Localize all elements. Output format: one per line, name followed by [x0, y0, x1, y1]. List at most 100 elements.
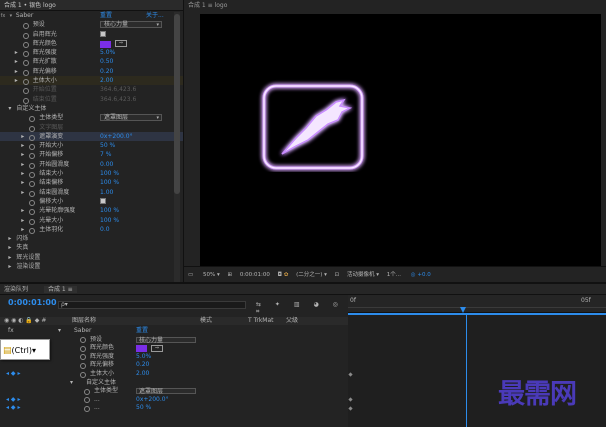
eyedropper-icon[interactable]: ⇒: [151, 345, 163, 353]
chevron-right-icon[interactable]: ▸: [15, 67, 18, 76]
effect-property-row[interactable]: ▸ 开始偏移 7 %: [0, 150, 183, 160]
col-trkmat[interactable]: T TrkMat: [248, 317, 274, 325]
stopwatch-icon[interactable]: [29, 180, 38, 188]
chevron-right-icon[interactable]: ▾: [8, 104, 11, 113]
effect-property-row[interactable]: ▸ 光晕轮廓强度 100 %: [0, 206, 183, 216]
stopwatch-icon[interactable]: [22, 50, 32, 58]
resolution-select[interactable]: (二分之一): [296, 272, 322, 278]
reset-link[interactable]: 重置: [100, 11, 112, 20]
effect-property-row[interactable]: ▸ 主体大小 2.00: [0, 76, 183, 86]
col-mode[interactable]: 模式: [200, 317, 212, 325]
effect-property-row[interactable]: 结束位置 364.6,423.6: [0, 95, 183, 104]
stopwatch-icon[interactable]: [22, 31, 32, 39]
property-value[interactable]: 5.0%: [100, 48, 115, 57]
effect-property-row[interactable]: ▸ 渲染设置: [0, 262, 183, 271]
effect-property-row[interactable]: 启用辉光: [0, 30, 183, 39]
effect-property-row[interactable]: ▸ 结束偏移 100 %: [0, 178, 183, 188]
timeline-property-row[interactable]: ◂ ◆ ▸... 0x+200.0°: [0, 396, 348, 404]
stopwatch-icon[interactable]: [29, 133, 38, 141]
reset-link[interactable]: 重置: [136, 327, 148, 335]
effect-row-saber[interactable]: fx ▾ Saber 重置 关于...: [0, 11, 183, 20]
effect-property-row[interactable]: 主体类型 遮罩图层 ▾: [0, 113, 183, 123]
col-parent[interactable]: 父级: [286, 317, 298, 325]
effect-property-row[interactable]: ▸ 辉光设置: [0, 253, 183, 262]
chevron-down-icon[interactable]: ▾: [8, 12, 14, 20]
property-value[interactable]: 0.20: [100, 67, 113, 76]
effects-scrollbar[interactable]: [174, 12, 180, 282]
keyframe-marker[interactable]: [348, 397, 353, 402]
property-checkbox[interactable]: [100, 198, 106, 205]
tab-render-queue[interactable]: 渲染队列: [4, 286, 28, 293]
effect-property-row[interactable]: ▸ 辉光强度 5.0%: [0, 48, 183, 58]
stopwatch-icon[interactable]: [29, 226, 38, 234]
eyedropper-icon[interactable]: ⇒: [115, 39, 127, 47]
timeline-property-row[interactable]: 辉光偏移 0.20: [0, 361, 348, 369]
chevron-right-icon[interactable]: ▸: [21, 216, 24, 225]
property-value[interactable]: 2.00: [100, 76, 113, 85]
timeline-property-row[interactable]: ◂ ◆ ▸... 50 %: [0, 404, 348, 412]
property-value[interactable]: 0.0: [100, 225, 110, 234]
stopwatch-icon[interactable]: [22, 96, 32, 104]
chevron-right-icon[interactable]: ▸: [8, 253, 11, 262]
chevron-down-icon[interactable]: ▾: [217, 272, 220, 278]
chevron-right-icon[interactable]: ▸: [8, 262, 11, 271]
timeline-property-row[interactable]: ◂ ◆ ▸ 主体大小 2.00: [0, 370, 348, 378]
effect-property-row[interactable]: ▸ 辉光偏移 0.20: [0, 67, 183, 76]
chevron-right-icon[interactable]: ▸: [21, 169, 24, 178]
chevron-right-icon[interactable]: ▸: [8, 243, 11, 252]
stopwatch-icon[interactable]: [22, 40, 32, 48]
property-value[interactable]: 0.50: [100, 57, 113, 66]
timeline-timecode[interactable]: 0:00:01:00: [8, 298, 57, 307]
property-value[interactable]: 5.0%: [136, 353, 151, 361]
col-layer-name[interactable]: 图层名称: [72, 317, 96, 325]
timeline-property-row[interactable]: 主体类型 遮罩图层: [0, 387, 348, 395]
timeline-property-row[interactable]: ▾ 自定义主体: [0, 379, 348, 387]
property-value[interactable]: 50 %: [136, 404, 151, 412]
effect-property-row[interactable]: ▸ 主体羽化 0.0: [0, 225, 183, 234]
timeline-property-row[interactable]: 辉光强度 5.0%: [0, 353, 348, 361]
effect-property-row[interactable]: ▸ 开始圆滑度 0.00: [0, 160, 183, 169]
about-link[interactable]: 关于...: [146, 11, 164, 20]
property-value[interactable]: 1.00: [100, 188, 113, 197]
exposure-value[interactable]: +0.0: [417, 272, 430, 278]
color-swatch[interactable]: [100, 40, 111, 48]
property-dropdown[interactable]: 核心力量: [136, 336, 196, 343]
effect-property-row[interactable]: 辉光颜色 ⇒: [0, 39, 183, 48]
keyframe-marker[interactable]: [348, 406, 353, 411]
stopwatch-icon[interactable]: [29, 115, 38, 123]
chevron-right-icon[interactable]: ▸: [15, 48, 18, 57]
stopwatch-icon[interactable]: [29, 152, 38, 160]
effect-property-row[interactable]: 偏移大小: [0, 197, 183, 206]
views-select[interactable]: 1个...: [387, 272, 401, 278]
stopwatch-icon[interactable]: [29, 208, 38, 216]
chevron-right-icon[interactable]: ▸: [21, 206, 24, 215]
stopwatch-icon[interactable]: [29, 124, 38, 132]
property-value[interactable]: 100 %: [100, 178, 119, 187]
effect-property-row[interactable]: ▸ 结束大小 100 %: [0, 169, 183, 179]
chevron-down-icon[interactable]: ▾: [70, 379, 73, 387]
work-area-bar[interactable]: [348, 313, 606, 315]
timeline-search-input[interactable]: ρ▾: [58, 301, 246, 309]
property-value[interactable]: 0.00: [100, 160, 113, 169]
property-value[interactable]: 100 %: [100, 206, 119, 215]
property-value[interactable]: 0.20: [136, 361, 149, 369]
stopwatch-icon[interactable]: [29, 143, 38, 151]
property-value[interactable]: 2.00: [136, 370, 149, 378]
timeline-switch-icons[interactable]: ⇆ ✦ ▥ ◕ ◎ ⌗: [256, 301, 348, 316]
stopwatch-icon[interactable]: [84, 405, 93, 413]
chevron-right-icon[interactable]: ▸: [21, 178, 24, 187]
keyframe-nav-icon[interactable]: ◂ ◆ ▸: [6, 404, 20, 412]
property-value[interactable]: 0x+200.0°: [100, 132, 133, 141]
preview-icon[interactable]: ▭: [188, 272, 193, 278]
composition-tab[interactable]: 合成 1 ≡ logo: [188, 1, 227, 11]
effect-property-row[interactable]: ▸ 结束圆滑度 1.00: [0, 188, 183, 197]
scrollbar-thumb[interactable]: [174, 14, 180, 194]
effect-property-row[interactable]: ▸ 开始大小 50 %: [0, 141, 183, 151]
zoom-select[interactable]: 50%: [203, 272, 215, 278]
stopwatch-icon[interactable]: [22, 78, 32, 86]
region-icon[interactable]: ⊡: [335, 272, 340, 278]
chevron-right-icon[interactable]: ▸: [21, 132, 24, 141]
stopwatch-icon[interactable]: [22, 22, 32, 30]
effect-property-row[interactable]: ▸ 光晕大小 100 %: [0, 216, 183, 225]
effect-property-row[interactable]: 文字图层: [0, 123, 183, 132]
